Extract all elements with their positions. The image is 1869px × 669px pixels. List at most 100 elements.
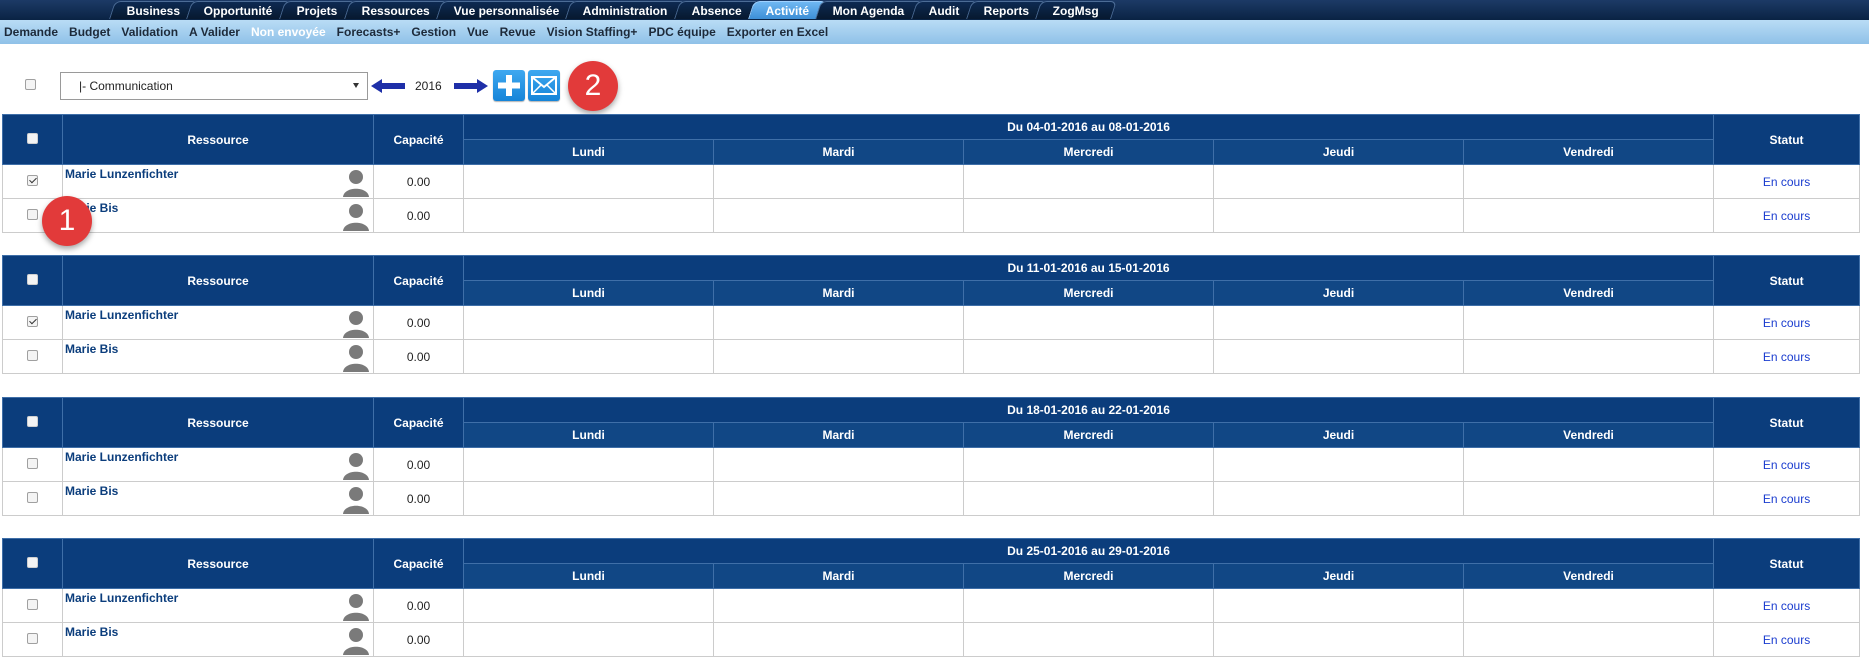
row-checkbox[interactable] bbox=[27, 491, 38, 503]
day-cell[interactable] bbox=[963, 198, 1214, 233]
status-link[interactable]: En cours bbox=[1713, 481, 1861, 516]
resource-name[interactable]: Marie Bis bbox=[65, 625, 118, 639]
day-cell[interactable] bbox=[463, 198, 714, 233]
resource-name[interactable]: Marie Lunzenfichter bbox=[65, 308, 178, 322]
tab-opportunit-[interactable]: Opportunité bbox=[186, 1, 291, 19]
day-cell[interactable] bbox=[1213, 447, 1464, 482]
status-link[interactable]: En cours bbox=[1713, 339, 1861, 374]
day-cell[interactable] bbox=[713, 481, 964, 516]
select-all-checkbox[interactable] bbox=[25, 79, 36, 90]
status-link[interactable]: En cours bbox=[1713, 198, 1861, 233]
day-cell[interactable] bbox=[1462, 198, 1715, 233]
day-cell[interactable] bbox=[1213, 305, 1464, 340]
week-select-all-checkbox[interactable] bbox=[27, 132, 38, 144]
day-cell[interactable] bbox=[963, 339, 1214, 374]
avatar-icon bbox=[341, 167, 371, 197]
day-cell[interactable] bbox=[1462, 481, 1715, 516]
day-cell[interactable] bbox=[1462, 339, 1715, 374]
week-select-all-checkbox[interactable] bbox=[27, 556, 38, 568]
subnav-item-forecasts-[interactable]: Forecasts+ bbox=[337, 25, 401, 39]
week-select-all-checkbox[interactable] bbox=[27, 273, 38, 285]
day-cell[interactable] bbox=[963, 305, 1214, 340]
status-link[interactable]: En cours bbox=[1713, 447, 1861, 482]
resource-name[interactable]: Marie Bis bbox=[65, 342, 118, 356]
week-range: Du 04-01-2016 au 08-01-2016 bbox=[462, 114, 1715, 140]
subnav-item-pdc-quipe[interactable]: PDC équipe bbox=[648, 25, 715, 39]
subnav-item-budget[interactable]: Budget bbox=[69, 25, 110, 39]
next-year-arrow-icon[interactable] bbox=[454, 79, 488, 93]
week-select-all-checkbox[interactable] bbox=[27, 415, 38, 427]
day-cell[interactable] bbox=[963, 164, 1214, 199]
day-cell[interactable] bbox=[713, 339, 964, 374]
team-select[interactable]: |- Communication bbox=[60, 72, 368, 100]
day-cell[interactable] bbox=[463, 588, 714, 623]
tab-label: Ressources bbox=[361, 4, 430, 18]
tab-ressources[interactable]: Ressources bbox=[343, 1, 448, 19]
day-cell[interactable] bbox=[1213, 339, 1464, 374]
status-link[interactable]: En cours bbox=[1713, 622, 1861, 657]
day-cell[interactable] bbox=[963, 447, 1214, 482]
tab-business[interactable]: Business bbox=[109, 1, 199, 19]
add-button[interactable] bbox=[493, 70, 525, 101]
previous-year-arrow-icon[interactable] bbox=[371, 79, 405, 93]
day-cell[interactable] bbox=[1462, 622, 1715, 657]
row-checkbox[interactable] bbox=[27, 457, 38, 469]
day-cell[interactable] bbox=[463, 622, 714, 657]
row-checkbox[interactable] bbox=[27, 632, 38, 644]
day-cell[interactable] bbox=[713, 447, 964, 482]
subnav-item-vision-staffing-[interactable]: Vision Staffing+ bbox=[547, 25, 638, 39]
tab-zogmsg[interactable]: ZogMsg bbox=[1035, 1, 1117, 19]
row-checkbox[interactable] bbox=[27, 174, 38, 186]
header-select-cell bbox=[2, 255, 63, 306]
day-cell[interactable] bbox=[713, 305, 964, 340]
day-cell[interactable] bbox=[713, 588, 964, 623]
status-link[interactable]: En cours bbox=[1713, 588, 1861, 623]
day-cell[interactable] bbox=[1213, 481, 1464, 516]
status-link[interactable]: En cours bbox=[1713, 305, 1861, 340]
day-cell[interactable] bbox=[1213, 164, 1464, 199]
day-cell[interactable] bbox=[463, 339, 714, 374]
day-cell[interactable] bbox=[963, 622, 1214, 657]
subnav-item-exporter-en-excel[interactable]: Exporter en Excel bbox=[727, 25, 828, 39]
resource-name[interactable]: Marie Lunzenfichter bbox=[65, 591, 178, 605]
day-cell[interactable] bbox=[963, 481, 1214, 516]
tab-absence[interactable]: Absence bbox=[674, 1, 760, 19]
day-cell[interactable] bbox=[463, 481, 714, 516]
day-cell[interactable] bbox=[463, 164, 714, 199]
row-checkbox[interactable] bbox=[27, 315, 38, 327]
tab-mon-agenda[interactable]: Mon Agenda bbox=[815, 1, 923, 19]
day-cell[interactable] bbox=[1213, 622, 1464, 657]
day-cell[interactable] bbox=[1462, 447, 1715, 482]
status-link[interactable]: En cours bbox=[1713, 164, 1861, 199]
day-cell[interactable] bbox=[1462, 305, 1715, 340]
subnav-item-validation[interactable]: Validation bbox=[121, 25, 178, 39]
day-cell[interactable] bbox=[1462, 164, 1715, 199]
day-cell[interactable] bbox=[963, 588, 1214, 623]
day-cell[interactable] bbox=[1462, 588, 1715, 623]
send-mail-button[interactable] bbox=[528, 70, 560, 101]
subnav-item-vue[interactable]: Vue bbox=[467, 25, 489, 39]
day-cell[interactable] bbox=[713, 164, 964, 199]
day-cell[interactable] bbox=[713, 622, 964, 657]
day-cell[interactable] bbox=[1213, 198, 1464, 233]
tab-vue-personnalis-e[interactable]: Vue personnalisée bbox=[435, 1, 578, 19]
subnav-item-non-envoy-e[interactable]: Non envoyée bbox=[251, 25, 326, 39]
header-day: Vendredi bbox=[1462, 139, 1715, 165]
resource-name[interactable]: Marie Lunzenfichter bbox=[65, 450, 178, 464]
row-checkbox[interactable] bbox=[27, 598, 38, 610]
row-checkbox[interactable] bbox=[27, 349, 38, 361]
day-cell[interactable] bbox=[713, 198, 964, 233]
resource-name[interactable]: Marie Bis bbox=[65, 484, 118, 498]
row-checkbox[interactable] bbox=[27, 208, 38, 220]
tab-administration[interactable]: Administration bbox=[565, 1, 686, 19]
subnav-item-gestion[interactable]: Gestion bbox=[411, 25, 456, 39]
resource-name[interactable]: Marie Lunzenfichter bbox=[65, 167, 178, 181]
subnav-item-revue[interactable]: Revue bbox=[500, 25, 536, 39]
subnav-item-demande[interactable]: Demande bbox=[4, 25, 58, 39]
day-cell[interactable] bbox=[463, 447, 714, 482]
day-cell[interactable] bbox=[463, 305, 714, 340]
header-day: Mercredi bbox=[963, 280, 1214, 306]
capacity-value: 0.00 bbox=[373, 198, 464, 233]
day-cell[interactable] bbox=[1213, 588, 1464, 623]
subnav-item-a-valider[interactable]: A Valider bbox=[189, 25, 240, 39]
